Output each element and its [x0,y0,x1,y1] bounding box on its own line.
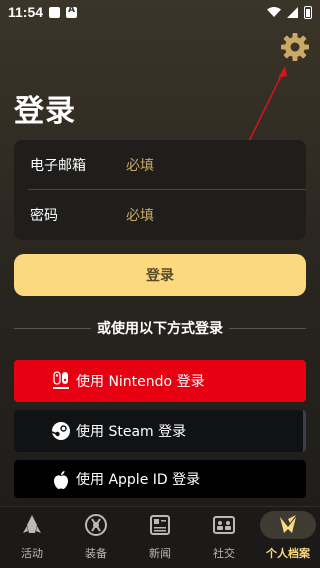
tab-label: 个人档案 [266,547,310,560]
rocket-icon [23,515,41,533]
login-button[interactable]: 登录 [14,254,306,296]
nintendo-login-button[interactable]: 使用 Nintendo 登录 [14,360,306,402]
tab-activities[interactable]: 活动 [0,507,64,568]
bottom-tab-bar: 活动 装备 新闻 社交 个人档案 [0,506,320,568]
alt-login-text: 或使用以下方式登录 [97,321,223,337]
profile-emblem-icon [280,515,296,533]
tab-label: 装备 [85,547,107,560]
equipment-icon [85,514,107,536]
apple-login-label: 使用 Apple ID 登录 [76,472,201,488]
divider-line-right [229,327,306,329]
signal-icon [287,6,298,18]
page-title: 登录 [14,94,76,129]
divider-line-left [14,327,91,329]
tab-gear[interactable]: 装备 [64,507,128,568]
social-icon [213,516,235,534]
tab-profile[interactable]: 个人档案 [256,507,320,568]
steam-login-button[interactable]: 使用 Steam 登录 [14,410,306,452]
nintendo-switch-icon [53,371,69,389]
tab-label: 活动 [21,547,43,560]
battery-icon [304,5,312,19]
status-bar: 11:54 [0,0,320,24]
login-form: 电子邮箱 必填 密码 必填 [14,140,306,240]
nintendo-login-label: 使用 Nintendo 登录 [76,374,205,390]
apple-icon [54,471,68,489]
newspaper-icon [150,515,170,535]
apple-login-button[interactable]: 使用 Apple ID 登录 [14,460,306,498]
password-label: 密码 [30,208,58,224]
status-time: 11:54 [8,4,44,20]
a-notification-icon [66,5,78,18]
password-field[interactable]: 密码 必填 [14,190,306,240]
tab-label: 社交 [213,547,235,560]
tab-news[interactable]: 新闻 [128,507,192,568]
password-input[interactable]: 必填 [126,205,154,225]
alt-login-divider: 或使用以下方式登录 [14,318,306,338]
email-label: 电子邮箱 [30,158,86,174]
steam-icon [51,422,70,440]
notification-icon [49,6,61,18]
tab-label: 新闻 [149,547,171,560]
email-field[interactable]: 电子邮箱 必填 [14,140,306,190]
email-input[interactable]: 必填 [126,155,154,175]
tab-social[interactable]: 社交 [192,507,256,568]
wifi-icon [267,7,281,17]
settings-gear-icon[interactable] [279,31,311,63]
